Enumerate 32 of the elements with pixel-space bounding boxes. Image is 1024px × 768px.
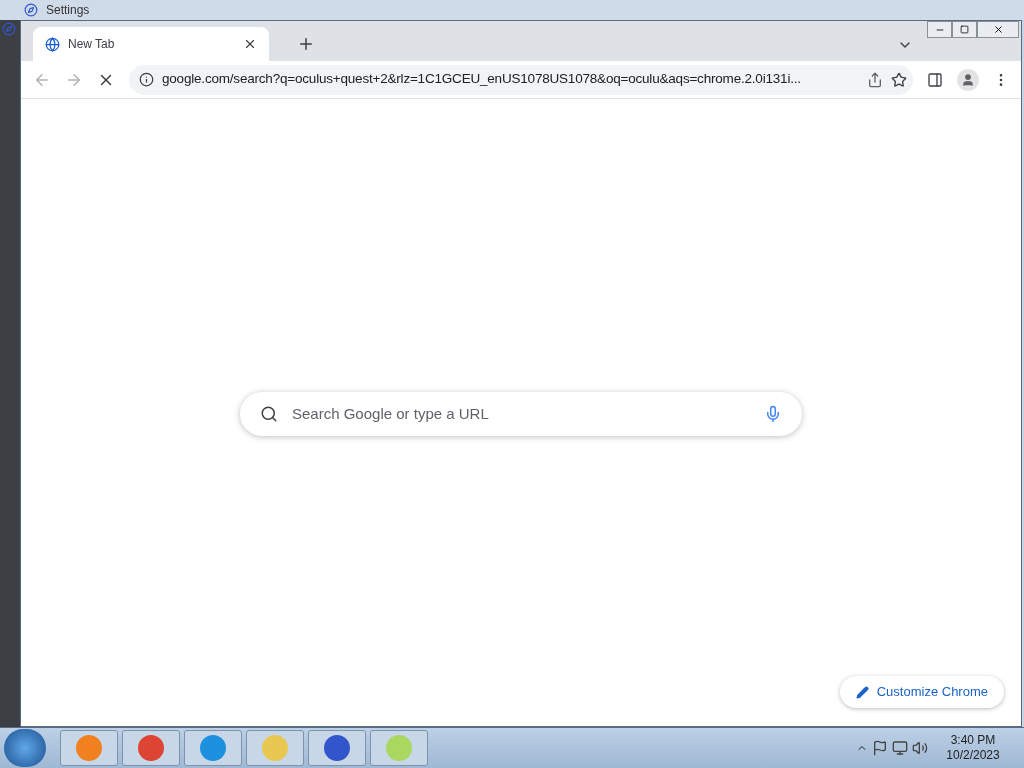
close-icon — [992, 24, 1004, 35]
speaker-icon[interactable] — [912, 740, 928, 756]
profile-avatar[interactable] — [957, 68, 979, 91]
pencil-icon — [855, 685, 869, 699]
address-bar[interactable]: google.com/search?q=oculus+quest+2&rlz=1C1GCEU_enUS1078US1078&oq=oculu&aqs=chrome.2.0i131i... — [129, 64, 913, 95]
app-icon — [2, 22, 16, 36]
flag-icon[interactable] — [872, 740, 888, 756]
customize-chrome-button[interactable]: Customize Chrome — [839, 676, 1004, 708]
close-tab-icon[interactable] — [243, 37, 257, 51]
window-title: Settings — [46, 3, 90, 17]
minimize-button[interactable] — [927, 21, 952, 38]
search-icon — [260, 405, 278, 423]
start-button[interactable] — [4, 729, 46, 767]
clock-time: 3:40 PM — [950, 733, 996, 748]
share-icon[interactable] — [867, 71, 883, 88]
network-icon[interactable] — [892, 740, 908, 756]
tab-favicon-icon — [45, 36, 60, 52]
side-panel-icon[interactable] — [927, 71, 943, 88]
app-icon — [24, 3, 38, 17]
new-tab-icon[interactable] — [297, 35, 315, 53]
close-button[interactable] — [977, 21, 1019, 38]
browser-tab[interactable]: New Tab — [33, 27, 269, 61]
maximize-icon — [960, 25, 969, 34]
maximize-button[interactable] — [952, 21, 977, 38]
search-field[interactable]: Search Google or type a URL — [240, 392, 802, 436]
microphone-icon[interactable] — [764, 405, 782, 423]
bookmark-star-icon[interactable] — [891, 71, 907, 88]
address-text: google.com/search?q=oculus+quest+2&rlz=1C1GCEU_enUS1078US1078&oq=oculu&aqs=chrome.2.0i131i... — [162, 70, 802, 89]
tab-title: New Tab — [68, 36, 116, 53]
search-input[interactable]: Search Google or type a URL — [292, 402, 750, 426]
clock-date: 10/2/2023 — [946, 748, 1000, 763]
info-icon[interactable] — [139, 72, 154, 87]
